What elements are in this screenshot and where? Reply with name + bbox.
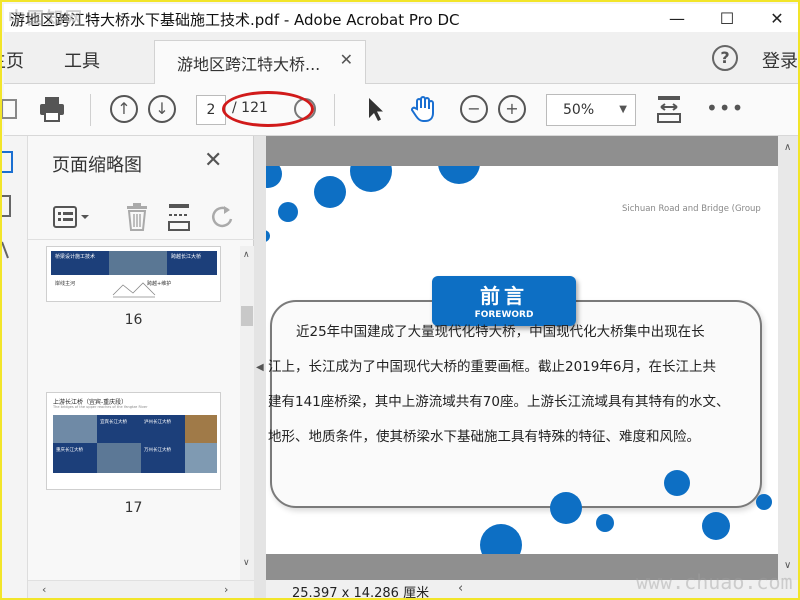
thumb-caption: 万州长江大桥	[144, 448, 171, 453]
decor-circle	[266, 166, 282, 188]
decor-circle	[438, 166, 480, 184]
chevron-down-icon: ▼	[619, 104, 627, 115]
decor-circle	[596, 514, 614, 532]
page-thumbnails-icon[interactable]	[0, 150, 16, 176]
scroll-down-icon[interactable]: ∨	[243, 558, 250, 568]
red-annotation-oval	[222, 91, 314, 127]
close-window-button[interactable]: ✕	[754, 4, 798, 32]
thumb-caption: 桥梁设计施工技术	[55, 254, 96, 260]
thumbnail-list: 桥梁设计施工技术 跨越长江大桥 岸线主河 跨越+维护 16 上游长江桥（宜宾-重…	[28, 246, 238, 580]
thumb-caption: 泸州长江大桥	[144, 420, 171, 425]
document-vertical-scrollbar[interactable]: ∧ ∨	[778, 136, 798, 580]
bookmarks-icon[interactable]	[0, 194, 16, 220]
rotate-page-icon[interactable]	[208, 202, 236, 232]
page-gap-top	[266, 136, 778, 166]
thumb-caption: 宜宾长江大桥	[100, 420, 127, 425]
site-watermark: www.chuao.com	[636, 570, 793, 594]
help-icon[interactable]: ?	[712, 45, 738, 71]
scrollbar-thumb[interactable]	[241, 306, 253, 326]
toolbar: ↑ ↓ 2 / 121 − + 50% ▼ •••	[2, 84, 798, 136]
scroll-up-icon[interactable]: ∧	[784, 142, 791, 153]
zoom-select[interactable]: 50% ▼	[546, 94, 636, 126]
print-icon[interactable]	[37, 94, 67, 124]
decor-circle	[266, 230, 270, 242]
scroll-right-icon[interactable]: ›	[224, 583, 228, 596]
panel-divider[interactable]: ◀	[254, 136, 266, 598]
thumb-diagram	[112, 282, 156, 298]
thumbnail-options-icon[interactable]	[52, 204, 92, 230]
decor-circle	[702, 512, 730, 540]
decor-circle	[756, 494, 772, 510]
insert-page-icon[interactable]	[166, 202, 192, 232]
thumbnail-panel: 页面缩略图 ✕ 桥梁设计施工技术 跨越长江大桥 岸线主河 跨越+维护 16 上游…	[28, 136, 254, 598]
thumb-subheading: The bridges of the upper reaches of the …	[53, 405, 148, 409]
zoom-in-icon[interactable]: +	[498, 95, 526, 123]
collapse-panel-icon[interactable]: ◀	[256, 362, 264, 373]
zoom-out-icon[interactable]: −	[460, 95, 488, 123]
hand-tool-icon[interactable]	[408, 94, 438, 124]
login-link[interactable]: 登录	[762, 47, 798, 73]
toolbar-separator	[334, 94, 335, 126]
panel-horizontal-scrollbar[interactable]: ‹ ›	[28, 580, 254, 598]
panel-title: 页面缩略图	[52, 155, 142, 176]
title-bar: 游地区跨江特大桥水下基础施工技术.pdf - Adobe Acrobat Pro…	[4, 4, 798, 32]
toolbar-separator	[90, 94, 91, 126]
panel-vertical-scrollbar[interactable]: ∧ ∨	[240, 246, 254, 580]
save-icon[interactable]	[0, 94, 30, 124]
window-title: 游地区跨江特大桥水下基础施工技术.pdf - Adobe Acrobat Pro…	[10, 11, 460, 29]
select-cursor-icon[interactable]	[360, 94, 390, 124]
minimize-button[interactable]: —	[654, 4, 700, 32]
scroll-left-icon[interactable]: ‹	[42, 583, 46, 596]
next-page-icon[interactable]: ↓	[148, 95, 176, 123]
decor-circle	[350, 166, 392, 192]
thumb-photo	[53, 415, 97, 443]
thumbnail-page-17[interactable]: 上游长江桥（宜宾-重庆段） The bridges of the upper r…	[46, 392, 221, 490]
thumb-photo	[185, 415, 217, 443]
thumbnail-page-16[interactable]: 桥梁设计施工技术 跨越长江大桥 岸线主河 跨越+维护	[46, 246, 221, 302]
decor-circle	[664, 470, 690, 496]
foreword-paragraph: 近25年中国建成了大量现代化特大桥，中国现代化大桥集中出现在长 江上，长江成为了…	[268, 324, 730, 445]
brand-text: Sichuan Road and Bridge (Group	[622, 204, 761, 214]
tab-home[interactable]: 主页	[2, 47, 24, 73]
thumb-photo	[97, 443, 141, 473]
close-panel-icon[interactable]: ✕	[204, 148, 222, 173]
more-options-icon[interactable]: •••	[706, 96, 744, 120]
delete-page-icon[interactable]	[124, 202, 150, 232]
app-window: 游地区跨江特大桥水下基础施工技术.pdf - Adobe Acrobat Pro…	[0, 0, 800, 600]
decor-circle	[550, 492, 582, 524]
pdf-page: Sichuan Road and Bridge (Group 前言 FOREWO…	[266, 166, 778, 554]
thumbnail-page-number: 17	[124, 500, 143, 516]
scroll-up-icon[interactable]: ∧	[243, 250, 250, 260]
thumb-caption: 重庆长江大桥	[56, 448, 83, 453]
document-view[interactable]: Sichuan Road and Bridge (Group 前言 FOREWO…	[266, 136, 798, 600]
fit-page-icon[interactable]	[654, 94, 684, 124]
maximize-button[interactable]: ☐	[704, 4, 750, 32]
document-tab-label: 游地区跨江特大桥...	[177, 55, 321, 74]
thumb-photo	[185, 443, 217, 473]
attachments-icon[interactable]	[0, 238, 16, 264]
thumb-caption: 岸线主河	[55, 281, 76, 287]
decor-circle	[278, 202, 298, 222]
thumb-photo	[109, 251, 167, 275]
panel-toolbar	[28, 194, 254, 240]
tab-bar: 主页 工具 游地区跨江特大桥... ✕ ? 登录	[2, 32, 798, 84]
scroll-left-icon[interactable]: ‹	[458, 581, 463, 596]
zoom-value: 50%	[563, 102, 595, 118]
thumb-caption: 跨越长江大桥	[171, 254, 202, 260]
close-tab-icon[interactable]: ✕	[340, 50, 353, 69]
page-size-readout: 25.397 x 14.286 厘米	[292, 586, 430, 600]
heading-zh: 前言	[480, 284, 528, 308]
thumbnail-page-number: 16	[124, 312, 143, 328]
document-tab[interactable]: 游地区跨江特大桥... ✕	[154, 40, 366, 84]
left-tool-rail	[2, 136, 28, 598]
previous-page-icon[interactable]: ↑	[110, 95, 138, 123]
decor-circle	[480, 524, 522, 554]
tab-tools[interactable]: 工具	[64, 47, 100, 73]
decor-circle	[314, 176, 346, 208]
